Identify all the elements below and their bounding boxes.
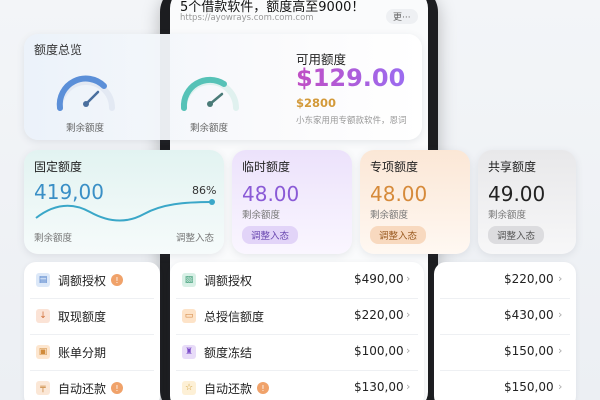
overview-title: 额度总览 [34, 43, 83, 57]
image-icon: ▧ [182, 273, 196, 287]
gauge-left [56, 75, 115, 111]
divider [440, 334, 570, 335]
list-item-amount: $490,00 [354, 272, 404, 286]
alert-icon: ! [111, 274, 124, 286]
chevron-right-icon[interactable]: › [558, 380, 562, 393]
list-item[interactable]: ↓ 取现额度 [36, 298, 106, 334]
limit-temp-title: 临时额度 [242, 160, 291, 174]
list-item-label: 额度冻结 [204, 345, 253, 360]
limit-special-value: 48.00 [370, 182, 428, 206]
available-sub: $2800 [296, 96, 337, 110]
more-button[interactable]: 更··· [386, 9, 418, 24]
available-amount: $129.00 [296, 64, 406, 92]
gauge-right [180, 76, 239, 111]
limit-temp-value: 48.00 [242, 182, 300, 206]
star-icon: ☆ [182, 381, 196, 395]
limit-temp-sub: 剩余额度 [242, 210, 281, 221]
list-item-label: 自动还款 [58, 381, 107, 396]
list-item-amount: $220,00 [354, 308, 404, 322]
page-url[interactable]: https://ayowrays.com.com.com [180, 13, 314, 23]
chevron-right-icon[interactable]: › [558, 308, 562, 321]
list-item[interactable]: ▣ 账单分期 [36, 334, 106, 370]
list-item-amount: $150,00 [504, 344, 554, 358]
list-item-label: 调额授权 [58, 273, 107, 288]
divider [440, 370, 570, 371]
list-item-amount: $150,00 [504, 380, 554, 394]
list-item-label: 账单分期 [58, 345, 107, 360]
chevron-right-icon[interactable]: › [558, 344, 562, 357]
limit-special-sub: 剩余额度 [370, 210, 409, 221]
list-item-label: 调额授权 [204, 273, 253, 288]
chevron-right-icon[interactable]: › [406, 344, 410, 357]
limit-shared-value: 49.00 [488, 182, 546, 206]
limit-shared-action-button[interactable]: 调整入态 [488, 226, 545, 244]
list-item-amount: $130,00 [354, 380, 404, 394]
list-item[interactable]: ▭ 总授信额度 [182, 298, 264, 334]
list-item-label: 总授信额度 [204, 309, 265, 324]
chevron-right-icon[interactable]: › [406, 272, 410, 285]
limit-shared-sub: 剩余额度 [488, 210, 527, 221]
list-item-label: 取现额度 [58, 309, 107, 324]
list-item-amount: $220,00 [504, 272, 554, 286]
limit-fixed-sub: 剩余额度 [34, 233, 73, 244]
available-note: 小东家用用专额款软件，恩词 [296, 116, 407, 126]
bill-icon: ▣ [36, 345, 50, 359]
alert-icon: ! [257, 382, 270, 394]
gauge-right-label: 剩余额度 [190, 123, 229, 134]
list-item-amount: $430,00 [504, 308, 554, 322]
chevron-right-icon[interactable]: › [406, 380, 410, 393]
limit-fixed-title: 固定额度 [34, 160, 83, 174]
list-item[interactable]: ▤ 调额授权 ! [36, 262, 124, 298]
limit-special-action-button[interactable]: 调整入态 [370, 226, 427, 244]
list-item[interactable]: ♜ 额度冻结 [182, 334, 252, 370]
list-item[interactable]: ╤ 自动还款 ! [36, 370, 124, 400]
withdraw-icon: ↓ [36, 309, 50, 323]
list-item-label: 自动还款 [204, 381, 253, 396]
limit-fixed-trend-line [35, 199, 215, 222]
limit-shared-title: 共享额度 [488, 160, 537, 174]
freeze-icon: ♜ [182, 345, 196, 359]
chevron-right-icon[interactable]: › [406, 308, 410, 321]
autopay-icon: ╤ [36, 381, 50, 395]
alert-icon: ! [111, 382, 124, 394]
card-icon: ▤ [36, 273, 50, 287]
list-item[interactable]: ▧ 调额授权 [182, 262, 252, 298]
gauge-left-label: 剩余额度 [66, 123, 105, 134]
chevron-right-icon[interactable]: › [558, 272, 562, 285]
limit-temp-action-button[interactable]: 调整入态 [242, 226, 299, 244]
list-item[interactable]: ☆ 自动还款 ! [182, 370, 270, 400]
divider [440, 298, 570, 299]
limit-fixed-action[interactable]: 调整入态 [176, 230, 214, 244]
list-item-amount: $100,00 [354, 344, 404, 358]
folder-icon: ▭ [182, 309, 196, 323]
limit-special-title: 专项额度 [370, 160, 419, 174]
